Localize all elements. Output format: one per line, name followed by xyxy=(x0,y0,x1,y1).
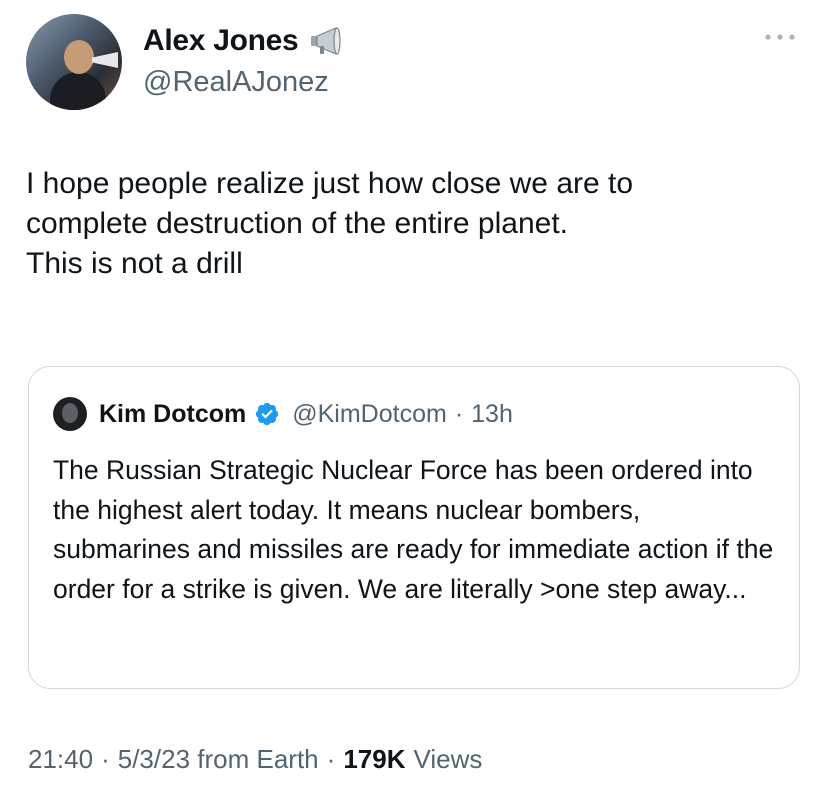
quoted-author-handle[interactable]: @KimDotcom xyxy=(292,400,447,429)
views-count[interactable]: 179K xyxy=(343,744,405,775)
avatar-megaphone xyxy=(92,52,118,68)
meta-separator-1: · xyxy=(101,744,110,774)
quoted-separator: · xyxy=(454,399,464,428)
quoted-tweet-header: Kim Dotcom @KimDotcom · 13h xyxy=(53,397,513,431)
tweet-text: I hope people realize just how close we … xyxy=(26,167,634,280)
avatar-head xyxy=(64,40,94,74)
avatar-shirt xyxy=(50,72,106,110)
author-avatar[interactable] xyxy=(26,14,122,110)
megaphone-icon xyxy=(311,27,342,55)
quoted-timestamp[interactable]: 13h xyxy=(471,400,513,429)
author-name-row: Alex Jones xyxy=(143,24,346,58)
tweet-date-source[interactable]: 5/3/23 from Earth xyxy=(118,744,319,775)
verified-badge-icon xyxy=(256,402,279,426)
quoted-author-name[interactable]: Kim Dotcom xyxy=(99,400,246,429)
tweet-time[interactable]: 21:40 xyxy=(28,744,93,775)
views-label: Views xyxy=(413,744,483,774)
author-display-name[interactable]: Alex Jones xyxy=(143,24,299,58)
quoted-tweet[interactable]: Kim Dotcom @KimDotcom · 13h The Russian … xyxy=(28,366,800,689)
tweet-metadata: 21:40 · 5/3/23 from Earth · 179K Views xyxy=(28,744,482,775)
quoted-tweet-text: The Russian Strategic Nuclear Force has … xyxy=(53,455,774,604)
meta-separator-2: · xyxy=(326,744,336,774)
more-options-icon[interactable] xyxy=(760,30,800,44)
author-handle[interactable]: @RealAJonez xyxy=(143,66,329,99)
quoted-author-avatar[interactable] xyxy=(53,397,87,431)
